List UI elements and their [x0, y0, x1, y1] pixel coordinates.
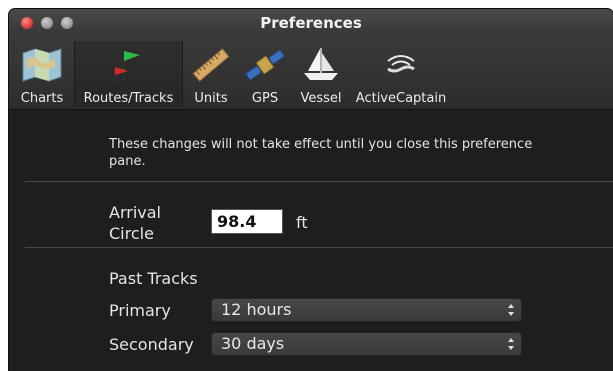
routes-tracks-pane: These changes will not take effect until… — [9, 110, 613, 371]
secondary-track-select[interactable]: 30 days — [211, 332, 522, 356]
toolbar-item-routes-tracks[interactable]: Routes/Tracks — [74, 41, 183, 107]
sailboat-icon — [304, 48, 338, 80]
updown-chevron-icon — [508, 304, 514, 316]
notice-text: These changes will not take effect until… — [109, 137, 533, 169]
toolbar-item-gps[interactable]: GPS — [240, 41, 290, 107]
primary-label: Primary — [109, 301, 171, 320]
secondary-label: Secondary — [109, 335, 194, 354]
arrival-label-line2: Circle — [109, 224, 154, 243]
primary-track-value: 12 hours — [221, 300, 292, 319]
toolbar-label-routes-tracks: Routes/Tracks — [83, 91, 174, 106]
secondary-track-value: 30 days — [221, 334, 285, 353]
wireless-icon — [387, 55, 415, 73]
satellite-icon — [244, 48, 286, 82]
past-tracks-heading: Past Tracks — [109, 269, 198, 288]
route-flags-icon — [113, 51, 140, 83]
toolbar-label-units: Units — [194, 91, 228, 106]
arrival-circle-input[interactable]: 98.4 — [211, 209, 283, 234]
toolbar-label-gps: GPS — [251, 91, 279, 106]
primary-track-select[interactable]: 12 hours — [211, 298, 522, 322]
toolbar-label-vessel: Vessel — [300, 91, 342, 106]
arrival-unit-label: ft — [296, 213, 308, 232]
updown-chevron-icon — [508, 338, 514, 350]
chart-map-icon — [22, 48, 62, 82]
separator — [25, 181, 613, 182]
arrival-label-line1: Arrival — [109, 203, 161, 222]
separator — [25, 247, 613, 248]
title-bar: Preferences Charts Routes/Tracks Units G… — [9, 9, 613, 110]
window-title: Preferences — [260, 14, 362, 32]
toolbar-item-units[interactable]: Units — [187, 41, 235, 107]
toolbar-label-activecaptain: ActiveCaptain — [355, 91, 447, 106]
toolbar-label-charts: Charts — [20, 91, 64, 106]
toolbar-item-charts[interactable]: Charts — [14, 41, 70, 107]
toolbar-item-activecaptain[interactable]: ActiveCaptain — [351, 41, 451, 107]
preferences-window: Preferences Charts Routes/Tracks Units G… — [9, 9, 613, 371]
ruler-icon — [192, 48, 230, 82]
arrival-circle-label: Arrival Circle — [109, 202, 189, 244]
toolbar-item-vessel[interactable]: Vessel — [295, 41, 347, 107]
